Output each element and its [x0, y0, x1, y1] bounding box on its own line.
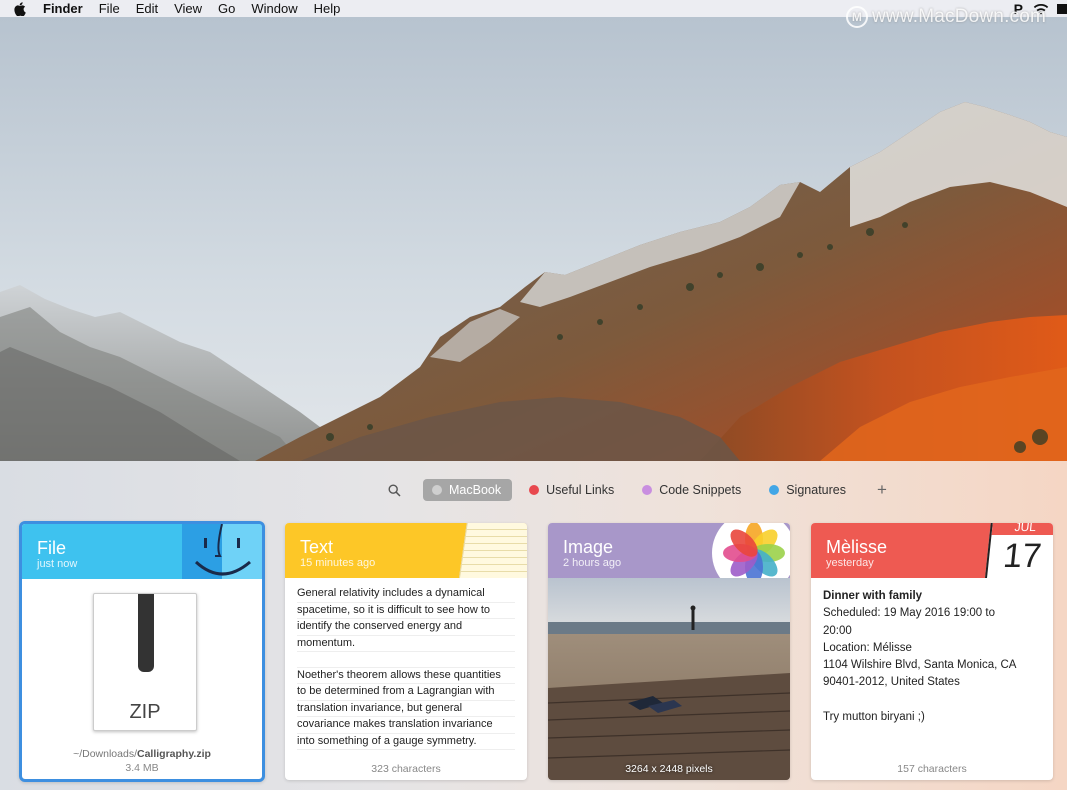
- beach-photo: [548, 578, 790, 780]
- zipper-icon: [138, 594, 154, 672]
- event-title: Dinner with family: [823, 590, 923, 602]
- text-line: momentum.: [297, 636, 515, 652]
- text-line: covariance makes translation invariance: [297, 717, 515, 734]
- tab-label: MacBook: [449, 483, 502, 497]
- tab-label: Signatures: [786, 483, 846, 497]
- file-path: ~/Downloads/Calligraphy.zip: [22, 748, 262, 760]
- event-details: Dinner with family Scheduled: 19 May 201…: [811, 578, 1053, 736]
- tab-code-snippets[interactable]: Code Snippets: [633, 479, 752, 501]
- watermark: M www.MacDown.com: [846, 6, 1046, 28]
- finder-app-icon: [182, 524, 262, 579]
- event-line: Scheduled: 19 May 2016 19:00 to: [823, 607, 995, 620]
- file-type-label: ZIP: [129, 701, 161, 723]
- tab-label: Useful Links: [546, 483, 615, 497]
- clip-card-image[interactable]: Image 2 hours ago 3264 x 2448 pixels: [548, 523, 790, 780]
- card-header: Image 2 hours ago: [548, 523, 790, 578]
- text-line: into something of a gauge symmetry.: [297, 734, 515, 750]
- event-note: Try mutton biryani ;): [823, 710, 925, 723]
- tab-color-dot: [529, 485, 540, 495]
- card-header: Text 15 minutes ago: [285, 523, 527, 578]
- text-line: General relativity includes a dynamical: [297, 586, 515, 603]
- event-line: 20:00: [823, 624, 852, 637]
- file-size: 3.4 MB: [125, 762, 159, 774]
- add-collection-button[interactable]: +: [877, 480, 887, 500]
- watermark-text: www.MacDown.com: [872, 6, 1047, 27]
- clip-card-event[interactable]: Mèlisse yesterday JUL 17 Dinner with fam…: [811, 523, 1053, 780]
- calendar-month: JUL: [991, 523, 1053, 535]
- text-line: to be determined from a Lagrangian with: [297, 684, 515, 701]
- text-line: translation invariance, but general: [297, 701, 515, 717]
- file-path-prefix: ~/Downloads/: [73, 748, 137, 760]
- battery-icon[interactable]: [1057, 3, 1067, 14]
- character-count: 323 characters: [371, 763, 441, 775]
- tab-useful-links[interactable]: Useful Links: [520, 479, 625, 501]
- menu-edit[interactable]: Edit: [136, 0, 158, 17]
- tab-color-dot: [769, 485, 780, 495]
- tab-color-dot: [432, 485, 442, 495]
- paragraph-gap: [297, 652, 515, 668]
- tab-label: Code Snippets: [659, 483, 742, 497]
- clip-card-file[interactable]: File just now ZIP ~/Downloads/Calligraph…: [19, 521, 265, 782]
- text-line: Noether's theorem allows these quantitie…: [297, 668, 515, 684]
- watermark-logo-icon: M: [846, 6, 868, 28]
- desktop-wallpaper: [0, 17, 1067, 461]
- menu-file[interactable]: File: [99, 0, 120, 17]
- notepad-icon: [459, 523, 527, 578]
- event-line: Location: Mélisse: [823, 641, 912, 654]
- clip-card-text[interactable]: Text 15 minutes ago General relativity i…: [285, 523, 527, 780]
- card-header: Mèlisse yesterday JUL 17: [811, 523, 1053, 578]
- menu-help[interactable]: Help: [314, 0, 341, 17]
- menu-go[interactable]: Go: [218, 0, 235, 17]
- event-line: 90401-2012, United States: [823, 676, 960, 689]
- apple-logo-icon[interactable]: [13, 1, 27, 16]
- photos-app-icon: [710, 523, 790, 578]
- calendar-app-icon: JUL 17: [985, 523, 1053, 578]
- event-line: 1104 Wilshire Blvd, Santa Monica, CA: [823, 659, 1017, 672]
- search-icon[interactable]: [383, 479, 405, 501]
- menu-finder[interactable]: Finder: [43, 0, 83, 17]
- text-content: General relativity includes a dynamical …: [285, 578, 527, 750]
- calendar-day: 17: [1001, 537, 1044, 575]
- text-line: identify the conserved energy and: [297, 619, 515, 636]
- character-count: 157 characters: [897, 763, 967, 775]
- collection-tab-bar: MacBook Useful Links Code Snippets Signa…: [383, 479, 887, 501]
- menu-view[interactable]: View: [174, 0, 202, 17]
- zip-file-icon: ZIP: [93, 593, 197, 731]
- tab-color-dot: [642, 485, 653, 495]
- card-header: File just now: [22, 524, 262, 579]
- menu-window[interactable]: Window: [251, 0, 297, 17]
- tab-macbook[interactable]: MacBook: [423, 479, 513, 501]
- image-dimensions: 3264 x 2448 pixels: [625, 763, 713, 775]
- file-name: Calligraphy.zip: [137, 748, 211, 760]
- tab-signatures[interactable]: Signatures: [760, 479, 857, 501]
- text-line: spacetime, so it is difficult to see how…: [297, 603, 515, 619]
